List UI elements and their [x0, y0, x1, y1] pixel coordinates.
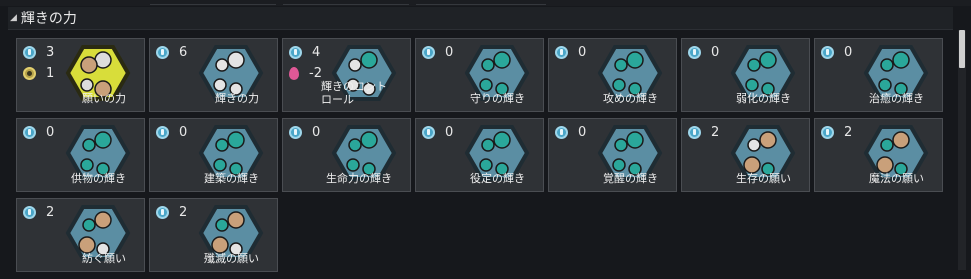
count-value: 0: [688, 45, 719, 60]
section-header[interactable]: ◢ 輝きの力: [8, 7, 953, 30]
count-text: 6: [179, 45, 188, 60]
scrollbar[interactable]: [958, 30, 966, 270]
top-tab-divider: [150, 0, 276, 5]
count-value: 0: [289, 125, 320, 140]
skill-card[interactable]: 0 役定の輝き: [415, 118, 544, 192]
count-value: 0: [821, 45, 852, 60]
card-label: 輝きの力: [215, 92, 259, 105]
count-value: 3: [23, 45, 54, 60]
skill-card[interactable]: 6 輝きの力: [149, 38, 278, 112]
card-label: 輝きのコントロール: [321, 80, 387, 106]
count-value: 0: [422, 125, 453, 140]
skill-card[interactable]: 0 供物の輝き: [16, 118, 145, 192]
scrollbar-thumb[interactable]: [959, 30, 965, 68]
card-label: 生存の願い: [736, 172, 791, 185]
skill-card[interactable]: 2 生存の願い: [681, 118, 810, 192]
count-text: 2: [711, 125, 720, 140]
sub-count-text: 1: [46, 66, 55, 81]
count-text: 0: [445, 45, 454, 60]
count-icon: [821, 46, 834, 59]
card-label: 殲滅の願い: [204, 252, 259, 265]
count-text: 0: [578, 45, 587, 60]
count-text: 2: [46, 205, 55, 220]
card-label: 紡ぐ願い: [82, 252, 126, 265]
card-label: 弱化の輝き: [736, 92, 791, 105]
count-icon: [688, 46, 701, 59]
count-value: 2: [821, 125, 852, 140]
ring-icon: [23, 67, 36, 80]
top-strip: [0, 0, 971, 6]
skill-card[interactable]: 4 -2 輝きのコントロール: [282, 38, 411, 112]
count-icon: [156, 126, 169, 139]
skill-card[interactable]: 2 紡ぐ願い: [16, 198, 145, 272]
count-value: 0: [555, 45, 586, 60]
count-text: 3: [46, 45, 55, 60]
card-label: 覚醒の輝き: [603, 172, 658, 185]
count-text: 0: [844, 45, 853, 60]
count-value: 0: [555, 125, 586, 140]
count-icon: [422, 46, 435, 59]
count-text: 0: [578, 125, 587, 140]
skill-card[interactable]: 0 守りの輝き: [415, 38, 544, 112]
count-icon: [422, 126, 435, 139]
count-icon: [156, 206, 169, 219]
count-text: 0: [711, 45, 720, 60]
top-tab-divider: [416, 0, 546, 5]
count-text: 0: [312, 125, 321, 140]
skill-card[interactable]: 0 治癒の輝き: [814, 38, 943, 112]
card-label: 建築の輝き: [204, 172, 259, 185]
skill-card[interactable]: 0 覚醒の輝き: [548, 118, 677, 192]
skill-card[interactable]: 0 生命力の輝き: [282, 118, 411, 192]
card-label: 願いの力: [82, 92, 126, 105]
count-value: 2: [23, 205, 54, 220]
count-value: 0: [422, 45, 453, 60]
sub-count-text: -2: [309, 66, 322, 81]
count-text: 0: [445, 125, 454, 140]
count-value: 2: [156, 205, 187, 220]
top-tab-divider: [283, 0, 409, 5]
sub-count-value: 1: [23, 66, 54, 81]
count-value: 2: [688, 125, 719, 140]
count-value: 6: [156, 45, 187, 60]
count-icon: [23, 46, 36, 59]
count-icon: [23, 126, 36, 139]
count-text: 2: [179, 205, 188, 220]
section-title: 輝きの力: [20, 11, 77, 27]
fire-icon: [289, 67, 299, 80]
count-icon: [555, 126, 568, 139]
count-text: 0: [179, 125, 188, 140]
count-icon: [289, 126, 302, 139]
count-value: 0: [156, 125, 187, 140]
count-icon: [688, 126, 701, 139]
sub-count-value: -2: [289, 66, 322, 81]
count-icon: [156, 46, 169, 59]
card-label: 役定の輝き: [470, 172, 525, 185]
card-label: 治癒の輝き: [869, 92, 924, 105]
count-text: 2: [844, 125, 853, 140]
skill-card[interactable]: 3 1 願いの力: [16, 38, 145, 112]
count-value: 0: [23, 125, 54, 140]
count-value: 4: [289, 45, 320, 60]
card-label: 供物の輝き: [71, 172, 126, 185]
skill-card[interactable]: 2 魔法の願い: [814, 118, 943, 192]
card-label: 守りの輝き: [470, 92, 525, 105]
skill-card[interactable]: 0 建築の輝き: [149, 118, 278, 192]
count-icon: [289, 46, 302, 59]
collapse-arrow-icon[interactable]: ◢: [10, 13, 17, 23]
skill-card[interactable]: 0 弱化の輝き: [681, 38, 810, 112]
count-text: 4: [312, 45, 321, 60]
skill-card[interactable]: 0 攻めの輝き: [548, 38, 677, 112]
count-icon: [555, 46, 568, 59]
card-label: 生命力の輝き: [326, 172, 392, 185]
card-label: 魔法の願い: [869, 172, 924, 185]
skill-card[interactable]: 2 殲滅の願い: [149, 198, 278, 272]
card-label: 攻めの輝き: [603, 92, 658, 105]
count-text: 0: [46, 125, 55, 140]
count-icon: [23, 206, 36, 219]
count-icon: [821, 126, 834, 139]
